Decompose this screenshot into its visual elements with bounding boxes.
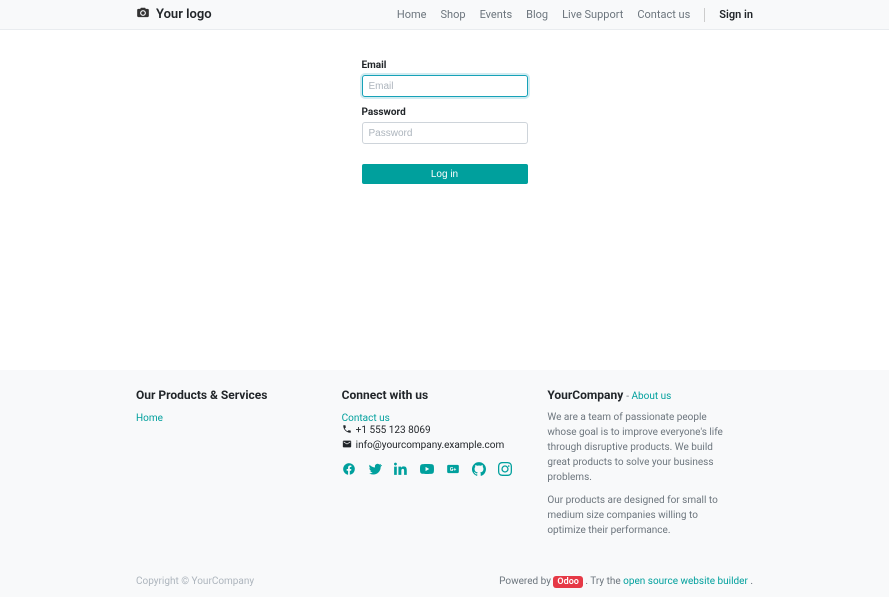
main: Email Password Log in: [0, 30, 889, 370]
github-icon[interactable]: [472, 462, 486, 476]
footer-products-title: Our Products & Services: [136, 388, 322, 402]
footer-phone: +1 555 123 8069: [342, 424, 528, 437]
footer-bottom: Copyright © YourCompany Powered by Odoo …: [136, 576, 753, 587]
footer: Our Products & Services Home Connect wit…: [0, 370, 889, 597]
email-label: Email: [362, 60, 528, 71]
email-field[interactable]: [362, 75, 528, 97]
footer-col-company: YourCompany - About us We are a team of …: [547, 388, 753, 546]
footer-desc-1: We are a team of passionate people whose…: [547, 410, 733, 485]
logo-text: Your logo: [156, 7, 212, 22]
nav: Home Shop Events Blog Live Support Conta…: [397, 8, 753, 22]
footer-col-products: Our Products & Services Home: [136, 388, 342, 546]
login-button[interactable]: Log in: [362, 164, 528, 184]
instagram-icon[interactable]: [498, 462, 512, 476]
nav-shop[interactable]: Shop: [441, 8, 466, 21]
youtube-icon[interactable]: [420, 462, 434, 476]
nav-live-support[interactable]: Live Support: [562, 8, 623, 21]
footer-email: info@yourcompany.example.com: [342, 439, 528, 452]
logo[interactable]: Your logo: [136, 6, 212, 24]
twitter-icon[interactable]: [368, 462, 382, 476]
footer-company-title: YourCompany - About us: [547, 388, 733, 402]
nav-contact-us[interactable]: Contact us: [637, 8, 690, 21]
phone-icon: [342, 424, 352, 437]
nav-blog[interactable]: Blog: [526, 8, 548, 21]
login-form: Email Password Log in: [362, 60, 528, 370]
nav-home[interactable]: Home: [397, 8, 427, 21]
password-label: Password: [362, 107, 528, 118]
nav-divider: [704, 8, 705, 22]
nav-sign-in[interactable]: Sign in: [719, 8, 753, 21]
social-icons: G+: [342, 462, 528, 476]
google-plus-icon[interactable]: G+: [446, 462, 460, 476]
password-field[interactable]: [362, 122, 528, 144]
powered-by: Powered by Odoo . Try the open source we…: [499, 576, 753, 587]
svg-text:G+: G+: [449, 467, 456, 473]
footer-contact-link[interactable]: Contact us: [342, 413, 390, 424]
copyright: Copyright © YourCompany: [136, 576, 254, 587]
camera-icon: [136, 6, 150, 24]
odoo-badge[interactable]: Odoo: [553, 576, 582, 588]
footer-phone-text: +1 555 123 8069: [356, 425, 431, 436]
facebook-icon[interactable]: [342, 462, 356, 476]
footer-connect-title: Connect with us: [342, 388, 528, 402]
about-us-link[interactable]: About us: [631, 391, 671, 402]
footer-col-connect: Connect with us Contact us +1 555 123 80…: [342, 388, 548, 546]
envelope-icon: [342, 439, 352, 452]
builder-link[interactable]: open source website builder: [623, 576, 748, 587]
header: Your logo Home Shop Events Blog Live Sup…: [0, 0, 889, 30]
linkedin-icon[interactable]: [394, 462, 408, 476]
nav-events[interactable]: Events: [480, 8, 513, 21]
footer-home-link[interactable]: Home: [136, 413, 163, 424]
footer-email-text: info@yourcompany.example.com: [356, 440, 505, 451]
